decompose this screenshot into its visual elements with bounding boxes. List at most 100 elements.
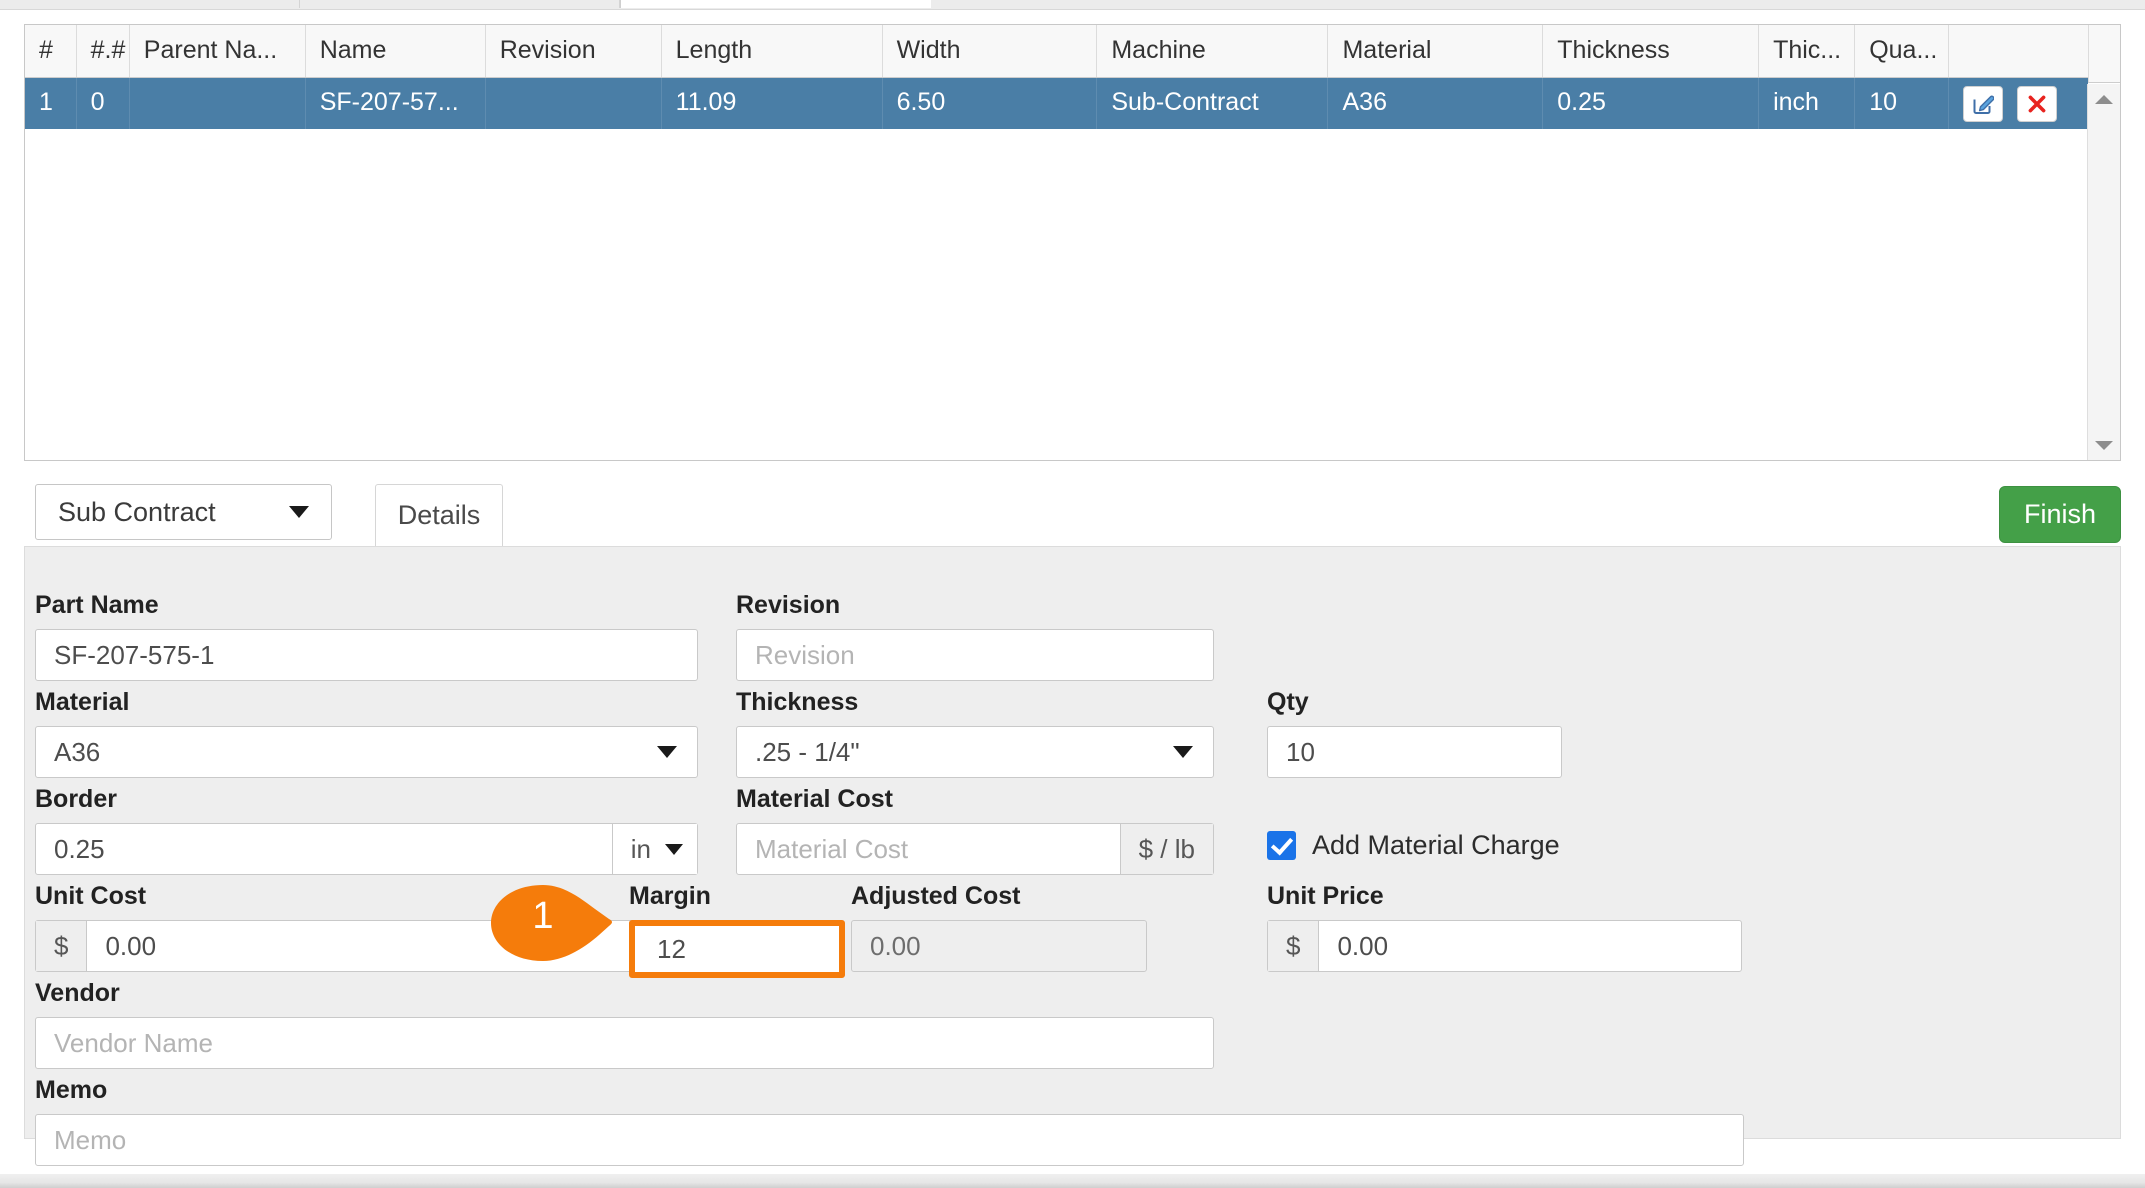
adjusted-cost-value: 0.00: [852, 921, 1146, 971]
qty-value: 10: [1268, 727, 1561, 777]
material-cost-placeholder: Material Cost: [737, 824, 1120, 874]
vendor-label: Vendor: [35, 979, 120, 1007]
column-header-parent-name[interactable]: Parent Na...: [129, 25, 306, 78]
column-header-machine[interactable]: Machine: [1096, 25, 1329, 78]
column-header-width[interactable]: Width: [882, 25, 1098, 78]
top-tab-strip: [0, 0, 2145, 10]
scroll-down-button[interactable]: [2088, 432, 2120, 458]
field-unit-cost: Unit Cost $ 0.00: [35, 882, 662, 972]
column-header-quantity[interactable]: Qua...: [1854, 25, 1950, 78]
top-strip-segment: [300, 0, 620, 8]
margin-value: 12: [635, 926, 839, 972]
active-tab-sliver[interactable]: [620, 0, 932, 8]
parts-grid-table: # #.# Parent Na... Name Revision Length …: [25, 25, 2088, 129]
vendor-input[interactable]: Vendor Name: [35, 1017, 1214, 1069]
cell-material: A36: [1327, 77, 1544, 129]
part-name-value: SF-207-575-1: [36, 630, 697, 680]
thickness-value: .25 - 1/4": [737, 727, 1173, 777]
scroll-up-button[interactable]: [2088, 86, 2120, 112]
part-details-form: Part Name SF-207-575-1 Revision Revision…: [24, 546, 2121, 1166]
border-unit-select[interactable]: in: [611, 824, 697, 874]
cell-thickness: 0.25: [1542, 77, 1760, 129]
finish-button[interactable]: Finish: [1999, 486, 2121, 543]
thickness-select-caret: [1173, 727, 1213, 777]
cell-thickness-unit: inch: [1758, 77, 1856, 129]
add-material-charge-checkbox[interactable]: [1267, 831, 1296, 860]
delete-x-icon: [2028, 95, 2046, 112]
window-bottom-edge: [0, 1174, 2145, 1188]
field-memo: Memo Memo: [35, 1076, 1744, 1166]
column-header-subnum[interactable]: #.#: [76, 25, 130, 78]
grid-header-row: # #.# Parent Na... Name Revision Length …: [25, 25, 2088, 78]
part-type-select-value: Sub Contract: [58, 496, 216, 527]
part-type-select[interactable]: Sub Contract: [35, 484, 332, 540]
unit-cost-label: Unit Cost: [35, 882, 147, 910]
field-border: Border 0.25 in: [35, 785, 698, 875]
scroll-down-arrow-icon: [2095, 440, 2113, 450]
material-cost-label: Material Cost: [736, 785, 893, 813]
chevron-down-icon: [657, 746, 677, 758]
border-value: 0.25: [36, 824, 612, 874]
top-strip-segment: [931, 0, 2145, 8]
adjusted-cost-label: Adjusted Cost: [851, 882, 1021, 910]
column-header-thickness-unit[interactable]: Thic...: [1758, 25, 1856, 78]
cell-name: SF-207-57...: [305, 77, 486, 129]
add-material-charge-label: Add Material Charge: [1312, 830, 1560, 860]
border-unit-value: in: [630, 833, 651, 864]
field-unit-price: Unit Price $ 0.00: [1267, 882, 1742, 972]
qty-label: Qty: [1267, 688, 1309, 716]
tab-details[interactable]: Details: [375, 484, 503, 546]
material-label: Material: [35, 688, 130, 716]
field-material-cost: Material Cost Material Cost $ / lb: [736, 785, 1214, 875]
unit-cost-value: 0.00: [87, 921, 661, 971]
parts-grid-panel: # #.# Parent Na... Name Revision Length …: [24, 24, 2121, 461]
margin-input[interactable]: 12: [629, 920, 845, 978]
qty-input[interactable]: 10: [1267, 726, 1562, 778]
field-vendor: Vendor Vendor Name: [35, 979, 1214, 1069]
field-thickness: Thickness .25 - 1/4": [736, 688, 1214, 778]
cell-parent-name: [129, 77, 306, 129]
delete-row-button[interactable]: [2017, 85, 2058, 122]
cell-subnum: 0: [76, 77, 130, 129]
column-header-num[interactable]: #: [25, 25, 77, 78]
grid-vertical-scrollbar[interactable]: [2087, 84, 2120, 460]
unit-price-value: 0.00: [1319, 921, 1741, 971]
thickness-select[interactable]: .25 - 1/4": [736, 726, 1214, 778]
edit-pencil-square-icon: [1973, 95, 1995, 114]
add-material-charge-row[interactable]: Add Material Charge: [1267, 830, 1560, 861]
cell-width: 6.50: [882, 77, 1098, 129]
material-select[interactable]: A36: [35, 726, 698, 778]
memo-label: Memo: [35, 1076, 108, 1104]
cell-length: 11.09: [661, 77, 883, 129]
table-row[interactable]: 1 0 SF-207-57... 11.09 6.50 Sub-Contract…: [25, 77, 2088, 129]
chevron-down-icon: [289, 506, 309, 518]
field-adjusted-cost: Adjusted Cost 0.00: [851, 882, 1147, 972]
column-header-length[interactable]: Length: [661, 25, 883, 78]
sub-contract-part-editor: # #.# Parent Na... Name Revision Length …: [0, 0, 2145, 1188]
grid-scrollbar-header-spacer: [2088, 25, 2120, 83]
column-header-name[interactable]: Name: [305, 25, 486, 78]
column-header-actions: [1948, 25, 2088, 78]
border-input-group[interactable]: 0.25 in: [35, 823, 698, 875]
part-name-input[interactable]: SF-207-575-1: [35, 629, 698, 681]
column-header-thickness[interactable]: Thickness: [1542, 25, 1760, 78]
revision-placeholder: Revision: [737, 630, 1213, 680]
cell-num: 1: [25, 77, 77, 129]
column-header-material[interactable]: Material: [1327, 25, 1544, 78]
part-name-label: Part Name: [35, 591, 159, 619]
editor-toolbar: Sub Contract Details Finish: [24, 484, 2121, 546]
unit-price-input-group[interactable]: $ 0.00: [1267, 920, 1742, 972]
revision-input[interactable]: Revision: [736, 629, 1214, 681]
material-select-caret: [657, 727, 697, 777]
cell-revision: [485, 77, 662, 129]
column-header-revision[interactable]: Revision: [485, 25, 662, 78]
unit-cost-currency-addon: $: [36, 921, 88, 971]
material-cost-unit-addon: $ / lb: [1119, 824, 1213, 874]
edit-row-button[interactable]: [1963, 85, 2004, 122]
vendor-placeholder: Vendor Name: [36, 1018, 1213, 1068]
top-strip-segment: [0, 0, 300, 8]
memo-input[interactable]: Memo: [35, 1114, 1744, 1166]
field-margin: Margin 12: [629, 882, 845, 978]
unit-cost-input-group[interactable]: $ 0.00: [35, 920, 662, 972]
material-cost-input-group[interactable]: Material Cost $ / lb: [736, 823, 1214, 875]
